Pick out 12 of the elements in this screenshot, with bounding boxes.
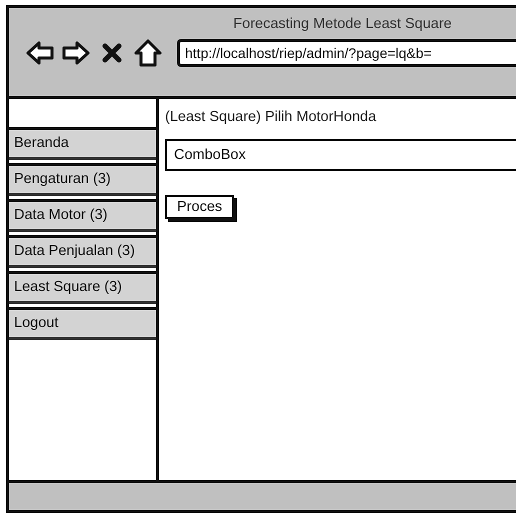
window-title: Forecasting Metode Least Square [232,16,453,32]
menu-item[interactable]: Beranda [9,127,156,160]
address-field[interactable]: http://localhost/riep/admin/?page=lq&b= [177,39,516,67]
page-heading: (Least Square) Pilih MotorHonda [165,109,378,125]
home-icon[interactable] [133,38,163,68]
menu-item[interactable]: Data Penjualan (3) [9,235,156,268]
menu-item[interactable]: Least Square (3) [9,271,156,304]
menu-item[interactable]: Pengaturan (3) [9,163,156,196]
menu-item[interactable]: Logout [9,307,156,340]
combo-box[interactable]: ComboBox [165,139,516,171]
menu-item[interactable]: Data Motor (3) [9,199,156,232]
process-button[interactable]: Proces [165,195,234,219]
